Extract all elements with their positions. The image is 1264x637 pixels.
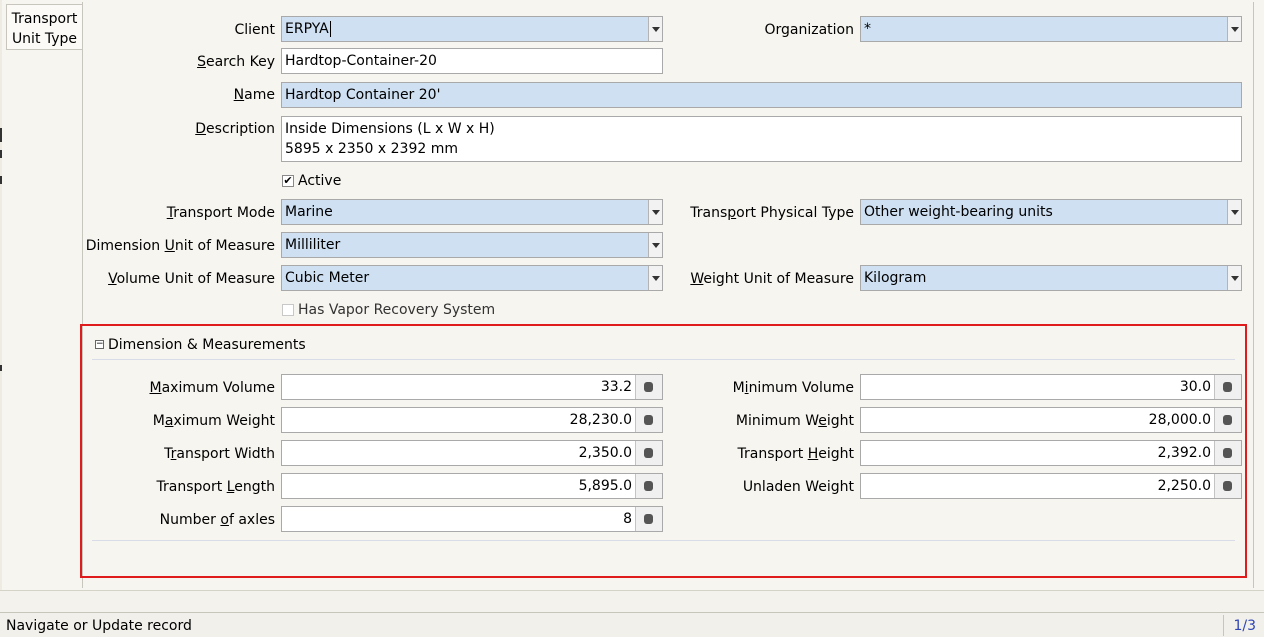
organization-value: * [864,21,871,37]
maximum-weight-input[interactable]: 28,230.0 [281,407,663,433]
unladen-weight-value: 2,250.0 [1157,478,1211,494]
transport-physical-type-combo[interactable]: Other weight-bearing units [860,199,1242,225]
chevron-down-icon[interactable] [1227,200,1241,224]
transport-length-input[interactable]: 5,895.0 [281,473,663,499]
status-message: Navigate or Update record [6,618,192,634]
weight-uom-label: Weight Unit of Measure [690,271,854,287]
status-bar: Navigate or Update record 1/3 [0,612,1264,637]
volume-uom-label: Volume Unit of Measure [108,271,275,287]
number-of-axles-value: 8 [623,511,632,527]
transport-height-input[interactable]: 2,392.0 [860,440,1242,466]
minimum-volume-input[interactable]: 30.0 [860,374,1242,400]
scroll-marker [0,365,2,371]
search-key-input[interactable]: Hardtop-Container-20 [281,48,663,74]
tab-label-line2: Unit Type [11,31,78,47]
description-line-2: 5895 x 2350 x 2392 mm [285,141,458,157]
dimension-uom-combo[interactable]: Milliliter [281,232,663,258]
calculator-icon[interactable] [1214,375,1241,399]
description-line-1: Inside Dimensions (L x W x H) [285,121,495,137]
transport-mode-label: Transport Mode [166,205,275,221]
transport-width-value: 2,350.0 [578,445,632,461]
tab-transport-unit-type[interactable]: Transport Unit Type [6,4,82,50]
transport-height-label: Transport Height [737,446,854,462]
weight-uom-combo[interactable]: Kilogram [860,265,1242,291]
calculator-icon[interactable] [1214,441,1241,465]
chevron-down-icon[interactable] [1227,17,1241,41]
vapor-recovery-label: Has Vapor Recovery System [298,302,496,318]
organization-label: Organization [764,22,854,38]
chevron-down-icon[interactable] [648,266,662,290]
tab-label-line1: Transport [11,11,78,27]
client-label: Client [234,22,275,38]
volume-uom-combo[interactable]: Cubic Meter [281,265,663,291]
unladen-weight-label: Unladen Weight [742,479,854,495]
maximum-volume-value: 33.2 [600,379,632,395]
organization-combo[interactable]: * [860,16,1242,42]
vapor-recovery-checkbox[interactable] [282,304,294,316]
minimum-weight-value: 28,000.0 [1148,412,1211,428]
name-input[interactable]: Hardtop Container 20' [281,82,1242,108]
maximum-volume-label: Maximum Volume [149,380,275,396]
dimension-uom-value: Milliliter [285,237,341,253]
client-combo[interactable]: ERPYA [281,16,663,42]
calculator-icon[interactable] [635,375,662,399]
dimension-uom-label: Dimension Unit of Measure [85,238,275,254]
transport-mode-value: Marine [285,204,333,220]
description-textarea[interactable]: Inside Dimensions (L x W x H) 5895 x 235… [281,116,1242,162]
weight-uom-value: Kilogram [864,270,927,286]
chevron-down-icon[interactable] [1227,266,1241,290]
chevron-down-icon[interactable] [648,17,662,41]
search-key-label: Search Key [197,54,275,70]
scroll-marker [0,128,2,142]
transport-physical-type-value: Other weight-bearing units [864,204,1053,220]
minimum-weight-label: Minimum Weight [735,413,854,429]
scroll-marker [0,150,2,158]
calculator-icon[interactable] [1214,474,1241,498]
chevron-down-icon[interactable] [648,200,662,224]
transport-length-value: 5,895.0 [578,478,632,494]
tab-strip-background [0,0,2,590]
calculator-icon[interactable] [635,408,662,432]
section-divider [92,540,1235,541]
minimum-weight-input[interactable]: 28,000.0 [860,407,1242,433]
transport-width-label: Transport Width [164,446,275,462]
status-divider [1223,615,1224,636]
collapse-icon[interactable]: − [95,340,104,349]
transport-mode-combo[interactable]: Marine [281,199,663,225]
calculator-icon[interactable] [635,441,662,465]
transport-length-label: Transport Length [156,479,275,495]
transport-height-value: 2,392.0 [1157,445,1211,461]
volume-uom-value: Cubic Meter [285,270,370,286]
chevron-down-icon[interactable] [648,233,662,257]
calculator-icon[interactable] [1214,408,1241,432]
active-checkbox[interactable]: ✔ [282,175,294,187]
text-cursor [329,21,331,37]
section-title: Dimension & Measurements [108,337,306,353]
maximum-weight-label: Maximum Weight [152,413,275,429]
minimum-volume-label: Minimum Volume [732,380,854,396]
unladen-weight-input[interactable]: 2,250.0 [860,473,1242,499]
client-value: ERPYA [285,21,329,37]
calculator-icon[interactable] [635,474,662,498]
bottom-scroll-area [0,590,1264,612]
name-label: Name [233,87,275,103]
record-count[interactable]: 1/3 [1233,616,1256,636]
minimum-volume-value: 30.0 [1179,379,1211,395]
scroll-marker [0,176,2,184]
transport-physical-type-label: Transport Physical Type [690,205,854,221]
section-header[interactable]: − Dimension & Measurements [92,334,1235,360]
number-of-axles-label: Number of axles [159,512,275,528]
number-of-axles-input[interactable]: 8 [281,506,663,532]
description-label: Description [195,121,275,137]
maximum-weight-value: 28,230.0 [569,412,632,428]
calculator-icon[interactable] [635,507,662,531]
transport-width-input[interactable]: 2,350.0 [281,440,663,466]
active-label: Active [298,173,342,189]
maximum-volume-input[interactable]: 33.2 [281,374,663,400]
